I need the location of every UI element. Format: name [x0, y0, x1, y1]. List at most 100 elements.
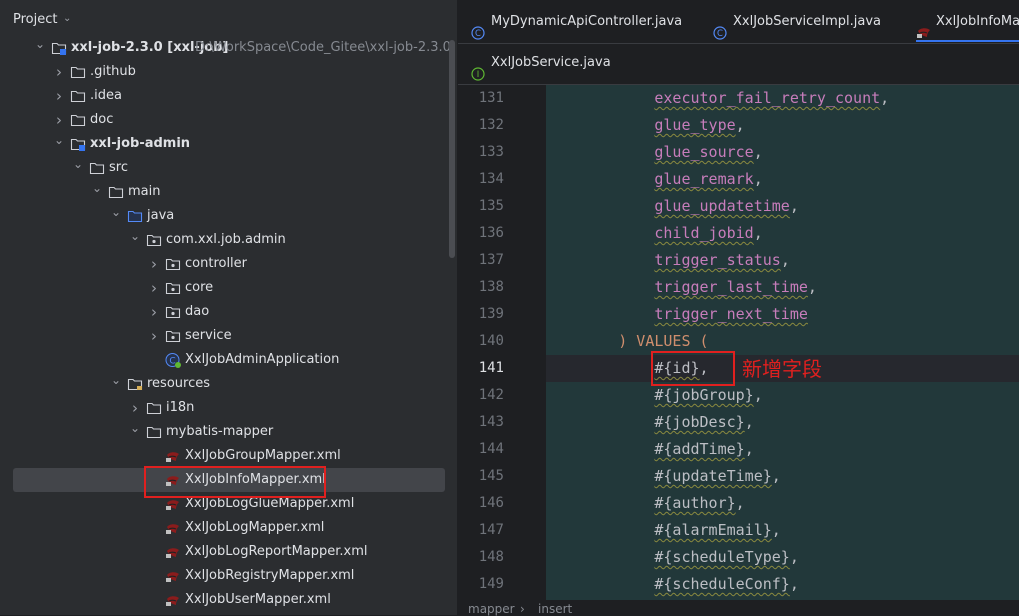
code-line[interactable]: #{updateTime},: [546, 463, 1019, 490]
tree-node[interactable]: XxlJobGroupMapper.xml: [0, 444, 457, 468]
code-editor[interactable]: executor_fail_retry_count, glue_type, gl…: [546, 85, 1019, 600]
editor-tab-bar: C MyDynamicApiController.java C XxlJobServi…: [458, 0, 1019, 85]
code-line[interactable]: ) VALUES (: [546, 328, 1019, 355]
chevron-right-icon[interactable]: ›: [148, 252, 160, 276]
mybatis-xml-icon: [165, 592, 181, 608]
tree-node[interactable]: ⌄ java: [0, 204, 457, 228]
tree-node-label: XxlJobLogMapper.xml: [185, 520, 325, 535]
tree-node[interactable]: › .github: [0, 60, 457, 84]
tree-node[interactable]: ⌄ xxl-job-2.3.0 [xxl-job] D:\WorkSpace\Cod…: [0, 36, 457, 60]
code-line[interactable]: #{jobGroup},: [546, 382, 1019, 409]
line-number: 133: [478, 144, 504, 160]
editor-tab[interactable]: XxlJobInfoMap: [916, 0, 1019, 42]
chevron-down-icon[interactable]: ⌄: [34, 32, 46, 56]
chevron-right-icon[interactable]: ›: [148, 276, 160, 300]
package-icon: [146, 232, 162, 248]
tree-node-label: XxlJobUserMapper.xml: [185, 592, 331, 607]
chevron-down-icon[interactable]: ⌄: [129, 224, 141, 248]
chevron-down-icon[interactable]: ⌄: [63, 13, 71, 24]
tree-node[interactable]: › core: [0, 276, 457, 300]
tree-node[interactable]: › i18n: [0, 396, 457, 420]
svg-text:I: I: [477, 70, 480, 80]
mybatis-parameter: #{scheduleConf}: [654, 575, 790, 593]
code-line[interactable]: glue_remark,: [546, 166, 1019, 193]
tree-node[interactable]: › service: [0, 324, 457, 348]
line-number: 131: [478, 90, 504, 106]
code-line[interactable]: #{addTime},: [546, 436, 1019, 463]
mybatis-parameter: #{addTime}: [654, 440, 745, 458]
tree-node[interactable]: ⌄ com.xxl.job.admin: [0, 228, 457, 252]
line-number: 148: [478, 549, 504, 565]
chevron-right-icon[interactable]: ›: [148, 300, 160, 324]
chevron-down-icon[interactable]: ⌄: [110, 200, 122, 224]
line-number: 144: [478, 441, 504, 457]
module-folder-icon: [70, 136, 86, 152]
project-panel-header[interactable]: Project ⌄: [0, 0, 457, 40]
column-name: glue_remark: [654, 170, 754, 188]
chevron-down-icon[interactable]: ⌄: [129, 416, 141, 440]
red-highlight-box: [144, 466, 326, 498]
tree-node-label: doc: [90, 112, 114, 127]
tree-node[interactable]: XxlJobLogReportMapper.xml: [0, 540, 457, 564]
tree-node[interactable]: ⌄ resources: [0, 372, 457, 396]
folder-icon: [70, 88, 86, 104]
project-panel-title[interactable]: Project: [13, 12, 57, 27]
code-line[interactable]: trigger_status,: [546, 247, 1019, 274]
code-line[interactable]: glue_source,: [546, 139, 1019, 166]
mybatis-parameter: #{jobGroup}: [654, 386, 754, 404]
line-number-gutter[interactable]: 131 132 133 134 135 136 137 138 139 140 141 142 143 1…: [458, 85, 546, 600]
tree-node[interactable]: XxlJobUserMapper.xml: [0, 588, 457, 612]
tree-node-label: .github: [90, 64, 136, 79]
tree-node[interactable]: › doc: [0, 108, 457, 132]
code-line[interactable]: trigger_last_time,: [546, 274, 1019, 301]
breadcrumb-item[interactable]: insert: [538, 602, 572, 616]
chevron-down-icon[interactable]: ⌄: [72, 152, 84, 176]
chevron-down-icon[interactable]: ⌄: [110, 368, 122, 392]
mybatis-parameter: #{author}: [654, 494, 736, 512]
tree-node[interactable]: › controller: [0, 252, 457, 276]
sql-keyword: ) VALUES (: [618, 332, 709, 350]
code-line[interactable]: glue_updatetime,: [546, 193, 1019, 220]
tree-node[interactable]: ⌄ mybatis-mapper: [0, 420, 457, 444]
tree-node[interactable]: XxlJobRegistryMapper.xml: [0, 564, 457, 588]
chevron-right-icon[interactable]: ›: [148, 324, 160, 348]
code-punctuation: ,: [771, 467, 781, 485]
code-line[interactable]: executor_fail_retry_count,: [546, 85, 1019, 112]
chevron-right-icon[interactable]: ›: [53, 60, 65, 84]
code-line[interactable]: child_jobid,: [546, 220, 1019, 247]
code-line[interactable]: #{alarmEmail},: [546, 517, 1019, 544]
code-line[interactable]: trigger_next_time: [546, 301, 1019, 328]
code-line[interactable]: #{scheduleType},: [546, 544, 1019, 571]
folder-icon: [108, 184, 124, 200]
project-tree-scrollbar[interactable]: [449, 40, 455, 258]
code-line[interactable]: #{author},: [546, 490, 1019, 517]
code-line[interactable]: #{jobDesc},: [546, 409, 1019, 436]
chevron-down-icon[interactable]: ⌄: [53, 128, 65, 152]
line-number: 140: [478, 333, 504, 349]
tree-node[interactable]: ⌄ main: [0, 180, 457, 204]
code-line[interactable]: glue_type,: [546, 112, 1019, 139]
editor-tab[interactable]: C MyDynamicApiController.java: [471, 0, 682, 40]
editor-tab-label: XxlJobService.java: [491, 55, 611, 70]
editor-tab[interactable]: I XxlJobService.java: [471, 41, 611, 81]
tree-node[interactable]: ⌄ src: [0, 156, 457, 180]
annotation-label: 新增字段: [742, 357, 822, 381]
code-punctuation: ,: [753, 386, 763, 404]
code-line[interactable]: #{scheduleConf},: [546, 571, 1019, 598]
tree-node[interactable]: XxlJobLogMapper.xml: [0, 516, 457, 540]
breadcrumb-item[interactable]: mapper: [468, 602, 515, 616]
tree-node[interactable]: › .idea: [0, 84, 457, 108]
tree-node[interactable]: C XxlJobAdminApplication: [0, 348, 457, 372]
tree-node[interactable]: ⌄ xxl-job-admin: [0, 132, 457, 156]
editor-area: C MyDynamicApiController.java C XxlJobServi…: [458, 0, 1019, 616]
chevron-right-icon[interactable]: ›: [53, 84, 65, 108]
editor-tab[interactable]: C XxlJobServiceImpl.java: [713, 0, 881, 40]
line-number: 138: [478, 279, 504, 295]
chevron-down-icon[interactable]: ⌄: [91, 176, 103, 200]
tree-node[interactable]: › dao: [0, 300, 457, 324]
